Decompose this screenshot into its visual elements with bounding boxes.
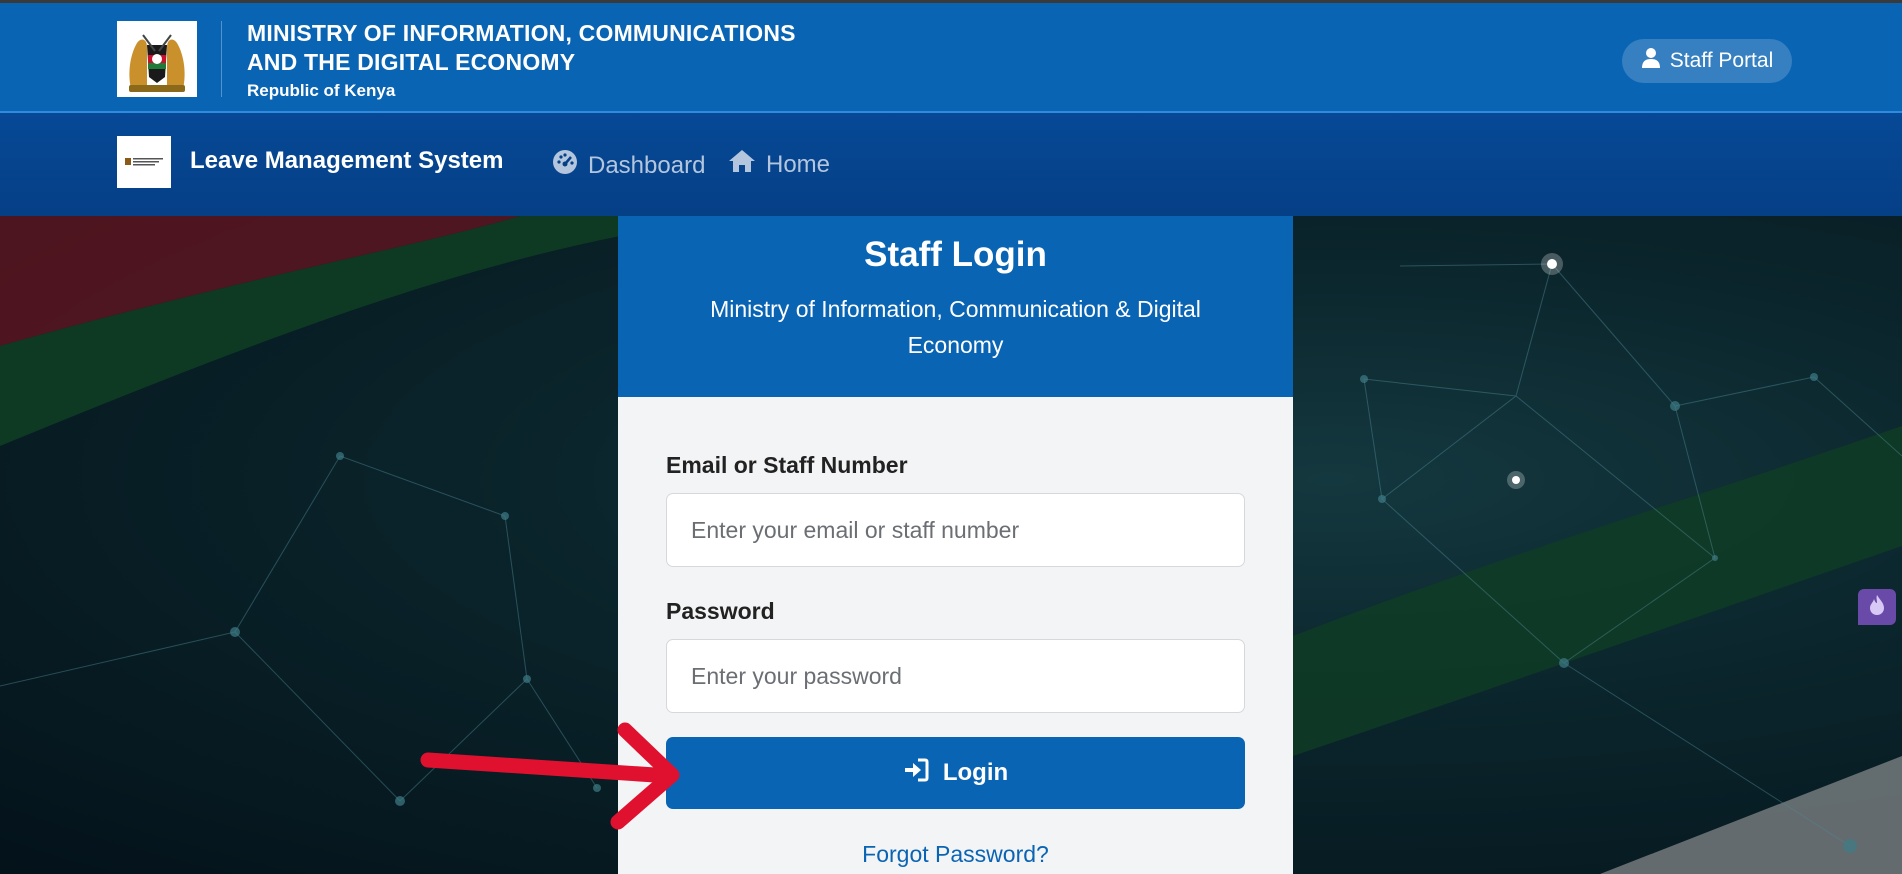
flame-icon (1868, 594, 1886, 621)
floating-chat-widget[interactable] (1858, 589, 1896, 625)
annotation-arrow (420, 722, 680, 830)
